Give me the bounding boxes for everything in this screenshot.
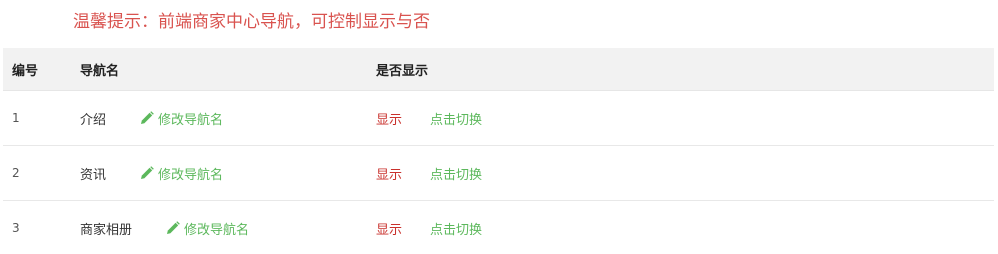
row-name-cell: 介绍 修改导航名 — [80, 91, 223, 145]
table-row: 3 商家相册 修改导航名 显示 点击切换 — [3, 201, 994, 254]
header-id: 编号 — [12, 63, 39, 79]
table-row: 1 介绍 修改导航名 显示 点击切换 — [3, 91, 994, 146]
row-show-cell: 显示 点击切换 — [376, 201, 482, 254]
row-name-cell: 资讯 修改导航名 — [80, 146, 223, 200]
toggle-display-link[interactable]: 点击切换 — [430, 109, 482, 128]
nav-name: 资讯 — [80, 167, 107, 183]
edit-nav-name-label: 修改导航名 — [184, 222, 250, 238]
header-name: 导航名 — [80, 63, 120, 79]
nav-name: 商家相册 — [80, 222, 133, 238]
edit-nav-name-label: 修改导航名 — [158, 167, 224, 183]
table-header: 编号 导航名 是否显示 — [3, 48, 994, 91]
row-id: 1 — [12, 111, 20, 125]
row-id: 2 — [12, 166, 20, 180]
row-id: 3 — [12, 221, 20, 235]
status-text: 显示 — [376, 167, 403, 183]
edit-nav-name-button[interactable]: 修改导航名 — [140, 164, 223, 183]
edit-nav-name-label: 修改导航名 — [158, 112, 224, 128]
table-row: 2 资讯 修改导航名 显示 点击切换 — [3, 146, 994, 201]
tip-text: 温馨提示：前端商家中心导航，可控制显示与否 — [73, 12, 430, 32]
status-text: 显示 — [376, 222, 403, 238]
toggle-display-link[interactable]: 点击切换 — [430, 219, 482, 238]
pencil-icon — [141, 111, 154, 124]
pencil-icon — [141, 166, 154, 179]
edit-nav-name-button[interactable]: 修改导航名 — [140, 109, 223, 128]
row-show-cell: 显示 点击切换 — [376, 91, 482, 145]
page: 温馨提示：前端商家中心导航，可控制显示与否 编号 导航名 是否显示 1 介绍 修… — [0, 0, 998, 254]
nav-name: 介绍 — [80, 112, 107, 128]
row-name-cell: 商家相册 修改导航名 — [80, 201, 249, 254]
status-text: 显示 — [376, 112, 403, 128]
header-show: 是否显示 — [376, 63, 429, 79]
edit-nav-name-button[interactable]: 修改导航名 — [166, 219, 249, 238]
nav-table: 编号 导航名 是否显示 1 介绍 修改导航名 显示 点击切换 2 资讯 修改导航… — [3, 48, 994, 254]
row-show-cell: 显示 点击切换 — [376, 146, 482, 200]
pencil-icon — [167, 221, 180, 234]
toggle-display-link[interactable]: 点击切换 — [430, 164, 482, 183]
